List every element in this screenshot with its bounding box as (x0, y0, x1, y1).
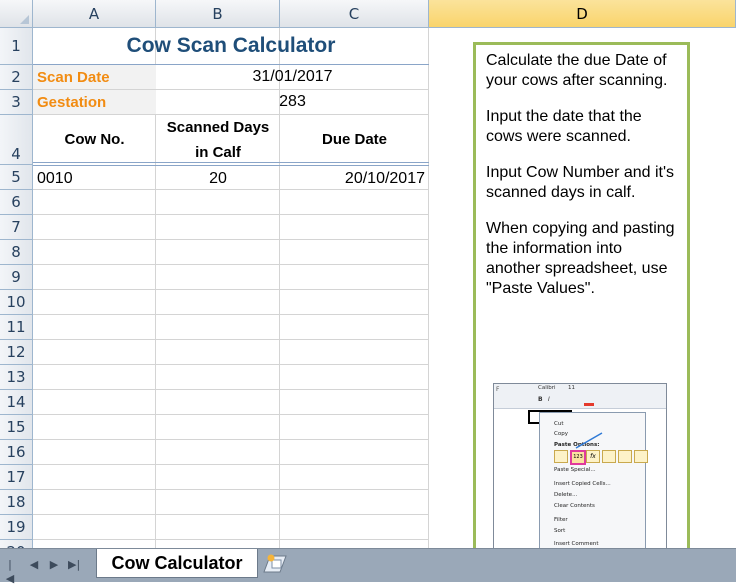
gestation-label[interactable]: Gestation (37, 94, 106, 111)
row-gridline (33, 289, 429, 290)
row-header-9[interactable]: 9 (0, 265, 33, 290)
instruction-paragraph: Input Cow Number and it's scanned days i… (486, 164, 675, 201)
header-bottom-border (33, 162, 429, 163)
column-header-a[interactable]: A (33, 0, 156, 28)
row-header-8[interactable]: 8 (0, 240, 33, 265)
mini-pointer-arrow (575, 432, 603, 449)
row-header-11[interactable]: 11 (0, 315, 33, 340)
next-sheet-icon[interactable]: ▶ (48, 558, 60, 572)
row-gridline (33, 539, 429, 540)
row-gridline (33, 464, 429, 465)
header-cow-no[interactable]: Cow No. (33, 131, 156, 148)
first-sheet-icon[interactable]: |◀ (4, 558, 16, 585)
row-header-12[interactable]: 12 (0, 340, 33, 365)
header-scanned-days[interactable]: Scanned Days (156, 119, 280, 136)
row-header-3[interactable]: 3 (0, 90, 33, 115)
row-header-19[interactable]: 19 (0, 515, 33, 540)
row-header-17[interactable]: 17 (0, 465, 33, 490)
insert-worksheet-icon (263, 554, 287, 573)
header-double-border (33, 165, 429, 166)
scan-date-value[interactable]: 31/01/2017 (156, 68, 429, 86)
row-gridline (33, 114, 429, 115)
sheet-title[interactable]: Cow Scan Calculator (33, 34, 429, 58)
row-gridline (33, 264, 429, 265)
mini-font-size: 11 (568, 385, 575, 391)
sheet-tab-cow-calculator[interactable]: Cow Calculator (96, 549, 258, 578)
mini-column-f: F (496, 386, 500, 393)
paste-link-icon (634, 450, 648, 463)
row-header-15[interactable]: 15 (0, 415, 33, 440)
mini-menu-item: Paste Special... (554, 467, 596, 473)
header-due-date[interactable]: Due Date (280, 131, 429, 148)
previous-sheet-icon[interactable]: ◀ (28, 558, 40, 572)
row-gridline (33, 339, 429, 340)
row-header-14[interactable]: 14 (0, 390, 33, 415)
paste-values-icon: 123 (570, 450, 586, 465)
mini-menu-item: Copy (554, 431, 568, 437)
paste-values-screenshot: F Calibri 11 B I Cut Copy Paste Options:… (493, 383, 667, 548)
mini-menu-item: Filter (554, 517, 568, 523)
scan-date-label[interactable]: Scan Date (37, 69, 110, 86)
row-header-18[interactable]: 18 (0, 490, 33, 515)
row-header-7[interactable]: 7 (0, 215, 33, 240)
row-gridline (33, 439, 429, 440)
instructions-textbox[interactable]: Calculate the due Date of your cows afte… (473, 42, 690, 548)
header-scanned-days-line2: in Calf (195, 144, 241, 161)
cow-no-cell[interactable]: 0010 (37, 170, 73, 188)
spreadsheet-grid[interactable]: A B C D 1234567891011121314151617181920 … (0, 0, 736, 548)
row-gridline (33, 239, 429, 240)
mini-menu-item: Cut (554, 421, 564, 427)
row-gridline (33, 189, 429, 190)
row-gridline (33, 364, 429, 365)
row-gridline (33, 489, 429, 490)
due-date-cell[interactable]: 20/10/2017 (280, 170, 425, 188)
mini-menu-item: Insert Comment (554, 541, 599, 547)
instruction-paragraph: When copying and pasting the information… (486, 220, 675, 297)
instruction-paragraph: Calculate the due Date of your cows afte… (486, 52, 668, 89)
mini-menu-item: Clear Contents (554, 503, 595, 509)
column-header-b[interactable]: B (156, 0, 280, 28)
instruction-paragraph: Input the date that the cows were scanne… (486, 108, 642, 145)
mini-menu-item: Insert Copied Cells... (554, 481, 611, 487)
row-header-4[interactable]: 4 (0, 115, 33, 165)
mini-italic-icon: I (548, 396, 550, 403)
row-header-6[interactable]: 6 (0, 190, 33, 215)
mini-menu-item: Delete... (554, 492, 578, 498)
row-header-13[interactable]: 13 (0, 365, 33, 390)
column-header-c[interactable]: C (280, 0, 429, 28)
row-header-2[interactable]: 2 (0, 65, 33, 90)
mini-menu-item: Sort (554, 528, 566, 534)
insert-worksheet-button[interactable] (262, 552, 288, 574)
sheet-tab-bar: |◀ ◀ ▶ ▶| Cow Calculator (0, 548, 736, 585)
mini-ribbon: F Calibri 11 B I (494, 384, 666, 409)
row-gridline (33, 414, 429, 415)
paste-icon (554, 450, 568, 463)
row-header-20[interactable]: 20 (0, 540, 33, 548)
row-header-1[interactable]: 1 (0, 28, 33, 65)
row-header-5[interactable]: 5 (0, 165, 33, 190)
scanned-days-cell[interactable]: 20 (156, 170, 280, 188)
title-bottom-border (33, 64, 429, 65)
column-header-d[interactable]: D (429, 0, 736, 28)
row-gridline (33, 314, 429, 315)
paste-formatting-icon (618, 450, 632, 463)
gestation-value[interactable]: 283 (156, 93, 429, 111)
row-gridline (33, 214, 429, 215)
mini-font-name: Calibri (538, 385, 556, 391)
row-gridline (33, 389, 429, 390)
select-all-corner[interactable] (0, 0, 33, 28)
mini-bold-icon: B (538, 396, 543, 403)
row-header-16[interactable]: 16 (0, 440, 33, 465)
row-gridline (33, 514, 429, 515)
last-sheet-icon[interactable]: ▶| (68, 558, 80, 572)
mini-font-color-icon (584, 403, 594, 406)
row-header-10[interactable]: 10 (0, 290, 33, 315)
